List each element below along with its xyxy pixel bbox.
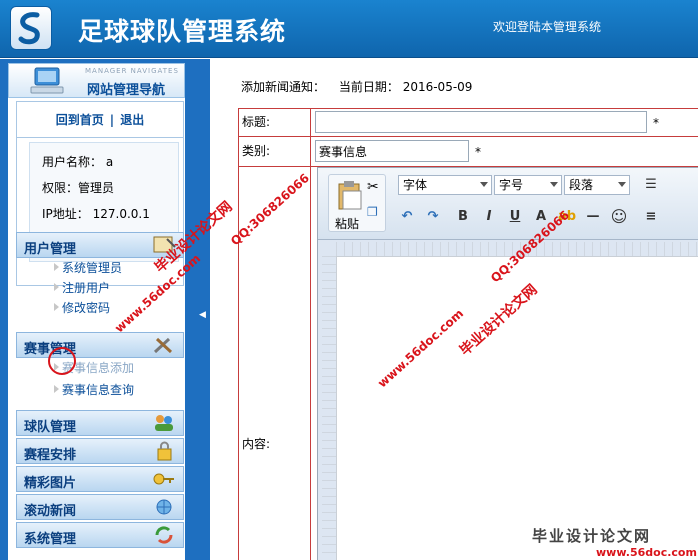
menu-group-photos[interactable]: 精彩图片 — [16, 466, 184, 492]
collapse-arrow-icon[interactable]: ◀ — [199, 310, 209, 322]
app-logo-icon — [10, 6, 52, 50]
nav-header: MANAGER NAVIGATES 网站管理导航 — [8, 63, 185, 98]
menu-group-schedule[interactable]: 赛程安排 — [16, 438, 184, 464]
user-ip-value: 127.0.0.1 — [92, 207, 150, 221]
redo-icon[interactable]: ↷ — [422, 206, 444, 228]
footer-watermark-url: www.56doc.com — [596, 546, 697, 559]
user-role-value: 管理员 — [78, 181, 115, 195]
nav-english-title: MANAGER NAVIGATES — [85, 67, 179, 75]
link-separator: | — [109, 113, 115, 127]
user-name-row: 用户名称： a — [42, 155, 114, 169]
editor-toolbar: 粘贴 ✂ ❐ 字体 字号 段落 ☰ ↶ ↷ B I U A ab — ☺ ≡ — [318, 168, 698, 240]
menu-group-event[interactable]: 赛事管理 — [16, 332, 184, 358]
chevron-down-icon — [480, 182, 488, 187]
annotation-circle — [48, 347, 76, 375]
computer-icon — [30, 67, 64, 94]
category-label: 类别: — [239, 137, 311, 166]
user-name-value: a — [105, 155, 114, 169]
page-heading: 添加新闻通知： 当前日期： 2016-05-09 — [241, 78, 472, 95]
menu-group-system[interactable]: 系统管理 — [16, 522, 184, 548]
category-required-mark: * — [475, 145, 481, 159]
network-icon — [156, 499, 172, 515]
italic-button[interactable]: I — [478, 206, 500, 228]
category-row: 类别: * — [239, 137, 698, 167]
emoticon-icon[interactable]: ☺ — [608, 206, 630, 228]
horizontal-rule-icon[interactable]: — — [582, 206, 604, 228]
list-icon[interactable]: ☰ — [640, 174, 662, 196]
align-left-icon[interactable]: ≡ — [640, 206, 662, 228]
chevron-down-icon — [550, 182, 558, 187]
refresh-icon — [155, 526, 173, 544]
nav-title: 网站管理导航 — [87, 83, 166, 98]
tools-icon — [153, 337, 173, 354]
clipboard-icon — [338, 181, 362, 210]
people-icon — [155, 415, 173, 431]
app-title: 足球球队管理系统 — [78, 17, 287, 46]
app-header: 足球球队管理系统 欢迎登陆本管理系统 — [0, 0, 698, 58]
date-label: 当前日期： — [338, 80, 399, 94]
home-link[interactable]: 回到首页 — [56, 113, 104, 127]
lock-icon — [157, 441, 172, 461]
logout-link[interactable]: 退出 — [120, 113, 144, 127]
undo-icon[interactable]: ↶ — [396, 206, 418, 228]
editor-ruler-left — [322, 256, 336, 560]
paste-label: 粘贴 — [335, 217, 360, 231]
menu-item-event-query[interactable]: 赛事信息查询 — [16, 380, 184, 400]
menu-item-event-add[interactable]: 赛事信息添加 — [16, 358, 184, 378]
category-input[interactable] — [315, 140, 469, 162]
paragraph-select[interactable]: 段落 — [564, 175, 630, 195]
page-title: 添加新闻通知： — [241, 80, 326, 94]
user-links: 回到首页 | 退出 — [17, 102, 183, 138]
date-value: 2016-05-09 — [402, 80, 473, 94]
menu-group-news[interactable]: 滚动新闻 — [16, 494, 184, 520]
title-required-mark: * — [653, 116, 659, 130]
cut-icon[interactable]: ✂ — [367, 179, 379, 195]
underline-button[interactable]: U — [504, 206, 526, 228]
title-label: 标题: — [239, 109, 311, 136]
user-role-row: 权限：管理员 — [42, 181, 115, 195]
footer-watermark: 毕业设计论文网 www.56doc.com — [532, 525, 697, 559]
bold-button[interactable]: B — [452, 206, 474, 228]
copy-icon[interactable]: ❐ — [367, 205, 378, 219]
key-icon — [153, 473, 174, 485]
title-row: 标题: * — [239, 109, 698, 137]
footer-watermark-title: 毕业设计论文网 — [532, 527, 652, 545]
menu-group-team[interactable]: 球队管理 — [16, 410, 184, 436]
sidebar: MANAGER NAVIGATES 网站管理导航 回到首页 | 退出 用户名称： a… — [8, 63, 185, 560]
rich-text-editor: 粘贴 ✂ ❐ 字体 字号 段落 ☰ ↶ ↷ B I U A ab — ☺ ≡ — [317, 167, 698, 560]
font-family-select[interactable]: 字体 — [398, 175, 492, 195]
welcome-text: 欢迎登陆本管理系统 — [493, 20, 602, 34]
font-size-select[interactable]: 字号 — [494, 175, 562, 195]
paste-button[interactable]: 粘贴 ✂ ❐ — [328, 174, 386, 232]
chevron-down-icon — [618, 182, 626, 187]
user-ip-row: IP地址： 127.0.0.1 — [42, 207, 150, 221]
title-input[interactable] — [315, 111, 647, 133]
